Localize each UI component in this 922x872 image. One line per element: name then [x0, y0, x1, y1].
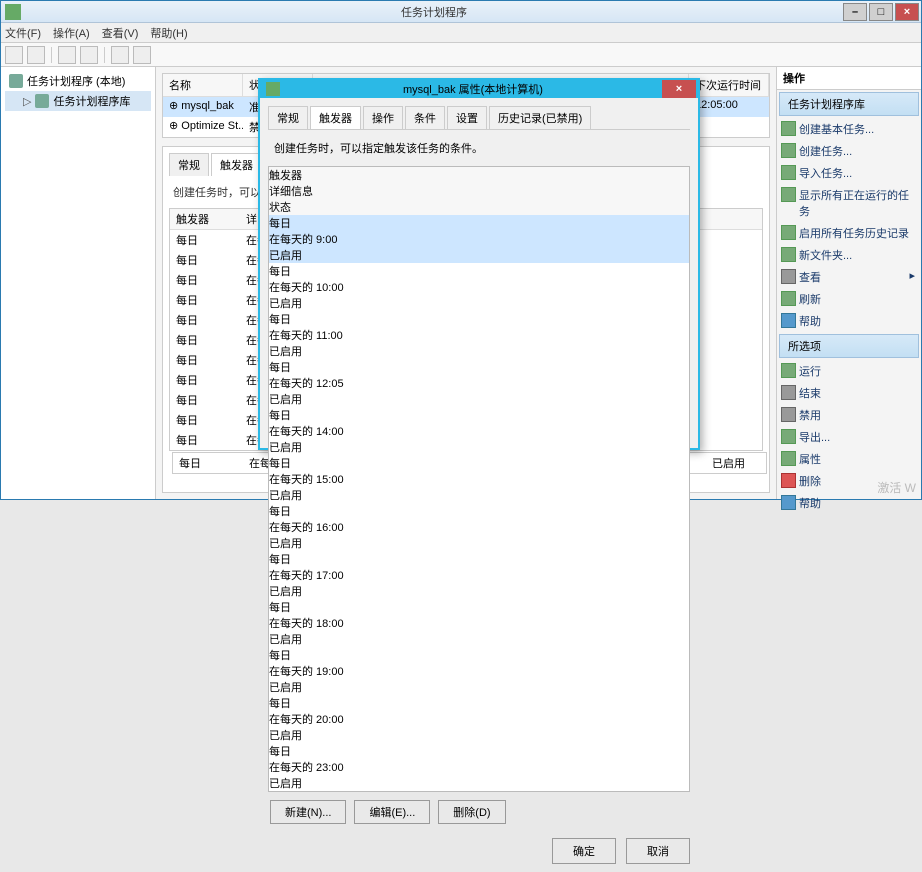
new-trigger-button[interactable]: 新建(N)... [270, 800, 346, 824]
nav-back-icon[interactable] [5, 46, 23, 64]
action-item[interactable]: 帮助 [777, 310, 921, 332]
folder-icon [35, 94, 49, 108]
tree-root[interactable]: 任务计划程序 (本地) [5, 71, 151, 91]
col-state[interactable]: 状态 [269, 199, 329, 215]
tool-icon[interactable] [58, 46, 76, 64]
trigger-row[interactable]: 每日在每天的 11:00已启用 [269, 311, 689, 359]
actions-section-library: 任务计划程序库 [779, 92, 919, 116]
dialog-close-button[interactable]: × [662, 80, 696, 98]
col-trigger[interactable]: 触发器 [269, 167, 339, 183]
trigger-row[interactable]: 每日在每天的 9:00已启用 [269, 215, 689, 263]
watermark: 激活 W [877, 479, 916, 496]
tool-icon[interactable] [133, 46, 151, 64]
titlebar: 任务计划程序 – □ × [1, 1, 921, 23]
dialog-title: mysql_bak 属性(本地计算机) [284, 81, 662, 97]
tab-general[interactable]: 常规 [169, 153, 209, 176]
scheduler-icon [9, 74, 23, 88]
minimize-button[interactable]: – [843, 3, 867, 21]
dlg-tab-cond[interactable]: 条件 [405, 106, 445, 129]
app-icon [5, 4, 21, 20]
col-nextrun[interactable]: 下次运行时间 [689, 74, 769, 96]
menu-help[interactable]: 帮助(H) [150, 25, 187, 41]
trigger-list[interactable]: 触发器 详细信息 状态 每日在每天的 9:00已启用每日在每天的 10:00已启… [268, 166, 690, 792]
trigger-row[interactable]: 每日在每天的 10:00已启用 [269, 263, 689, 311]
action-item[interactable]: 启用所有任务历史记录 [777, 222, 921, 244]
dialog-hint: 创建任务时，可以指定触发该任务的条件。 [268, 130, 690, 166]
dlg-tab-general[interactable]: 常规 [268, 106, 308, 129]
action-item[interactable]: 查看 ▸ [777, 266, 921, 288]
actions-header: 操作 [777, 67, 921, 90]
action-item[interactable]: 创建任务... [777, 140, 921, 162]
tool-icon[interactable] [80, 46, 98, 64]
menu-file[interactable]: 文件(F) [5, 25, 41, 41]
action-item[interactable]: 显示所有正在运行的任务 [777, 184, 921, 222]
trigger-row[interactable]: 每日在每天的 19:00已启用 [269, 647, 689, 695]
col-detail[interactable]: 详细信息 [269, 183, 689, 199]
close-button[interactable]: × [895, 3, 919, 21]
trigger-row[interactable]: 每日在每天的 16:00已启用 [269, 503, 689, 551]
trigger-row[interactable]: 每日在每天的 12:05已启用 [269, 359, 689, 407]
dlg-tab-triggers[interactable]: 触发器 [310, 106, 361, 129]
delete-trigger-button[interactable]: 删除(D) [438, 800, 505, 824]
window-title: 任务计划程序 [25, 4, 843, 20]
menubar: 文件(F) 操作(A) 查看(V) 帮助(H) [1, 23, 921, 43]
expand-icon[interactable]: ▷ [23, 95, 31, 108]
toolbar [1, 43, 921, 67]
tool-icon[interactable] [111, 46, 129, 64]
dialog-icon [266, 82, 280, 96]
tab-triggers[interactable]: 触发器 [211, 153, 262, 176]
trigger-row[interactable]: 每日在每天的 23:00已启用 [269, 743, 689, 791]
action-item[interactable]: 禁用 [777, 404, 921, 426]
trigger-row[interactable]: 每日在每天的 18:00已启用 [269, 599, 689, 647]
actions-section-selected: 所选项 [779, 334, 919, 358]
tree-library[interactable]: ▷ 任务计划程序库 [5, 91, 151, 111]
trigger-row[interactable]: 每日在每天的 15:00已启用 [269, 455, 689, 503]
action-item[interactable]: 属性 [777, 448, 921, 470]
maximize-button[interactable]: □ [869, 3, 893, 21]
edit-trigger-button[interactable]: 编辑(E)... [354, 800, 430, 824]
tree-pane: 任务计划程序 (本地) ▷ 任务计划程序库 [1, 67, 156, 499]
trigger-row[interactable]: 每日在每天的 20:00已启用 [269, 695, 689, 743]
dlg-tab-settings[interactable]: 设置 [447, 106, 487, 129]
dlg-tab-actions[interactable]: 操作 [363, 106, 403, 129]
menu-view[interactable]: 查看(V) [102, 25, 139, 41]
action-item[interactable]: 导入任务... [777, 162, 921, 184]
action-item[interactable]: 创建基本任务... [777, 118, 921, 140]
action-item[interactable]: 导出... [777, 426, 921, 448]
action-item[interactable]: 新文件夹... [777, 244, 921, 266]
ok-button[interactable]: 确定 [552, 838, 616, 864]
actions-pane: 操作 任务计划程序库 创建基本任务...创建任务...导入任务...显示所有正在… [776, 67, 921, 499]
cancel-button[interactable]: 取消 [626, 838, 690, 864]
dialog-titlebar[interactable]: mysql_bak 属性(本地计算机) × [260, 80, 698, 98]
trigger-row[interactable]: 每日在每天的 14:00已启用 [269, 407, 689, 455]
action-item[interactable]: 运行 [777, 360, 921, 382]
col-name[interactable]: 名称 [163, 74, 243, 96]
action-item[interactable]: 刷新 [777, 288, 921, 310]
menu-action[interactable]: 操作(A) [53, 25, 90, 41]
action-item[interactable]: 结束 [777, 382, 921, 404]
trigger-row[interactable]: 每日在每天的 17:00已启用 [269, 551, 689, 599]
nav-fwd-icon[interactable] [27, 46, 45, 64]
dlg-tab-history[interactable]: 历史记录(已禁用) [489, 106, 591, 129]
properties-dialog: mysql_bak 属性(本地计算机) × 常规 触发器 操作 条件 设置 历史… [258, 78, 700, 450]
